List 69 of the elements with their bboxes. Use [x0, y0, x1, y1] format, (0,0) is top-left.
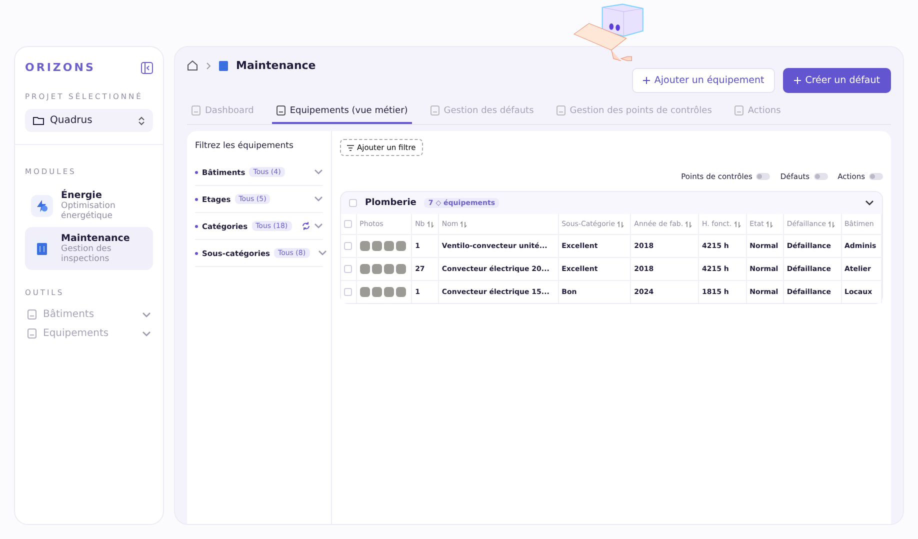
filters-title: Filtrez les équipements	[195, 141, 294, 153]
chevron-down-icon	[142, 330, 151, 336]
sort-icon	[685, 220, 692, 228]
document-icon	[734, 105, 744, 116]
collapse-sidebar-icon[interactable]	[141, 62, 153, 74]
up-down-caret-icon	[138, 116, 145, 126]
toggle-switch[interactable]	[814, 173, 828, 180]
checkbox[interactable]	[344, 220, 352, 228]
photo-placeholder	[384, 264, 394, 274]
photo-placeholder	[372, 264, 382, 274]
checkbox[interactable]	[344, 265, 352, 273]
lightning-icon	[35, 198, 49, 212]
chevron-down-icon	[314, 196, 323, 202]
photo-placeholder	[396, 287, 406, 297]
chevron-down-icon[interactable]	[865, 200, 874, 206]
tab[interactable]: Equipements (vue métier)	[272, 99, 412, 124]
plus-icon	[643, 77, 650, 84]
sort-icon	[766, 220, 773, 228]
photo-placeholder	[372, 241, 382, 251]
chevron-down-icon	[142, 312, 151, 318]
add-button[interactable]: Ajouter un équipement	[632, 68, 776, 93]
sidebar-item[interactable]: Equipements	[25, 324, 153, 343]
document-icon	[276, 105, 286, 116]
toggle-switch[interactable]	[869, 173, 883, 180]
breadcrumb-title: Maintenance	[236, 59, 316, 72]
document-icon	[27, 328, 37, 339]
document-icon	[556, 105, 566, 116]
document-icon	[191, 105, 201, 116]
sort-icon	[426, 220, 434, 228]
photo-placeholder	[360, 264, 370, 274]
photo-placeholder	[384, 241, 394, 251]
checkbox[interactable]	[344, 242, 352, 250]
chevron-down-icon	[314, 223, 323, 229]
logo: ORIZONS	[25, 61, 96, 74]
checkbox[interactable]	[344, 288, 352, 296]
chevron-right-icon	[206, 62, 211, 70]
module-item[interactable]: Énergie Optimisation énergétique	[25, 184, 153, 227]
sort-icon	[734, 220, 741, 228]
module-item[interactable]: Maintenance Gestion des inspections	[25, 227, 153, 270]
chevron-down-icon	[318, 250, 327, 256]
photo-placeholder	[360, 241, 370, 251]
tab[interactable]: Gestion des points de contrôles	[552, 99, 716, 124]
folder-icon	[33, 116, 44, 125]
photo-placeholder	[396, 264, 406, 274]
sort-icon	[460, 220, 468, 228]
plus-icon	[794, 77, 802, 84]
building-icon	[36, 242, 48, 256]
tab[interactable]: Actions	[730, 99, 785, 124]
photo-placeholder	[396, 241, 406, 251]
building-icon	[219, 60, 228, 70]
refresh-icon[interactable]	[302, 222, 310, 230]
filter-icon	[347, 144, 354, 150]
sort-icon	[828, 220, 835, 228]
tab[interactable]: Gestion des défauts	[426, 99, 538, 124]
photo-placeholder	[384, 287, 394, 297]
photo-placeholder	[360, 287, 370, 297]
sidebar-item[interactable]: Bâtiments	[25, 305, 153, 324]
project-select[interactable]: Quadrus	[25, 109, 153, 132]
home-icon[interactable]	[187, 60, 198, 71]
create-button[interactable]: Créer un défaut	[783, 68, 891, 93]
document-icon	[430, 105, 440, 116]
checkbox[interactable]	[349, 199, 357, 207]
group-title: Plomberie	[365, 198, 416, 208]
chevron-down-icon	[314, 169, 323, 175]
photo-placeholder	[372, 287, 382, 297]
toggle-switch[interactable]	[756, 173, 770, 180]
sort-icon	[617, 220, 624, 228]
document-icon	[27, 309, 37, 320]
tab[interactable]: Dashboard	[187, 99, 258, 124]
